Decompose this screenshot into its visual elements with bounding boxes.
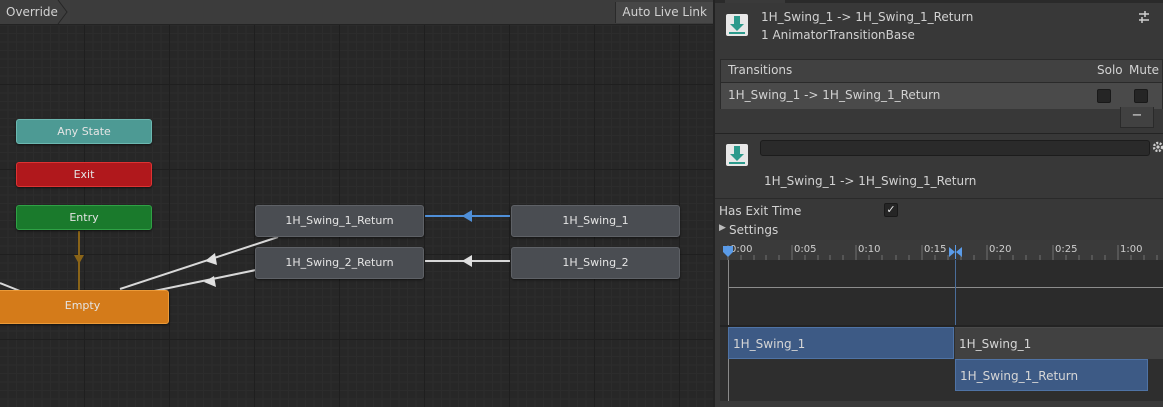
tick-label: 1:00 bbox=[1120, 244, 1143, 255]
source-state-bar-continued[interactable]: 1H_Swing_1 bbox=[955, 327, 1163, 359]
source-state-bar[interactable]: 1H_Swing_1 bbox=[728, 327, 954, 359]
timeline-footer bbox=[720, 401, 1163, 407]
destination-state-bar[interactable]: 1H_Swing_1_Return bbox=[955, 359, 1148, 391]
preset-settings-icon[interactable] bbox=[1137, 10, 1151, 24]
transition-arrow-selected bbox=[462, 210, 472, 222]
breadcrumb-separator-icon bbox=[57, 0, 68, 24]
playhead-marker-icon[interactable] bbox=[722, 245, 734, 259]
auto-live-link-button[interactable]: Auto Live Link bbox=[615, 2, 713, 23]
tick-label: 0:05 bbox=[794, 244, 817, 255]
tick-label: 0:25 bbox=[1055, 244, 1078, 255]
transition-icon bbox=[726, 144, 748, 166]
foldout-arrow-icon[interactable]: ▶ bbox=[719, 223, 726, 233]
tick-label: 0:10 bbox=[858, 244, 881, 255]
solo-checkbox[interactable] bbox=[1097, 89, 1111, 103]
mute-checkbox[interactable] bbox=[1134, 89, 1148, 103]
empty-state-node[interactable]: Empty bbox=[0, 290, 169, 324]
mute-header: Mute bbox=[1129, 63, 1160, 77]
settings-foldout[interactable]: Settings bbox=[729, 223, 778, 237]
state-node-swing2[interactable]: 1H_Swing_2 bbox=[511, 247, 680, 279]
transition-timeline[interactable]: 0:00 0:05 0:10 0:15 0:20 0:25 1:00 1H_Sw… bbox=[720, 240, 1163, 407]
timeline-ruler[interactable]: 0:00 0:05 0:10 0:15 0:20 0:25 1:00 bbox=[720, 240, 1163, 260]
transition-name-field[interactable] bbox=[760, 140, 1150, 156]
transition-row-label: 1H_Swing_1 -> 1H_Swing_1_Return bbox=[728, 88, 941, 102]
inspector-tab[interactable] bbox=[725, 0, 785, 3]
gear-icon[interactable] bbox=[1151, 140, 1163, 154]
state-node-swing2-return[interactable]: 1H_Swing_2_Return bbox=[255, 247, 424, 279]
inspector-subtitle: 1 AnimatorTransitionBase bbox=[761, 28, 915, 42]
transitions-list: Transitions Solo Mute 1H_Swing_1 -> 1H_S… bbox=[720, 59, 1163, 109]
tick-label: 0:20 bbox=[989, 244, 1012, 255]
section-divider bbox=[715, 133, 1163, 134]
graph-toolbar: Override Auto Live Link bbox=[0, 0, 713, 25]
blend-curve-area bbox=[720, 260, 1163, 325]
transition-arrow bbox=[462, 255, 472, 267]
has-exit-time-label: Has Exit Time bbox=[719, 204, 802, 218]
entry-node[interactable]: Entry bbox=[16, 205, 152, 230]
transition-arrow bbox=[204, 276, 216, 287]
transition-arrow bbox=[205, 253, 217, 265]
transition-row[interactable]: 1H_Swing_1 -> 1H_Swing_1_Return bbox=[721, 82, 1162, 109]
inspector-panel: 1H_Swing_1 -> 1H_Swing_1_Return 1 Animat… bbox=[713, 0, 1163, 407]
transitions-header: Transitions bbox=[728, 63, 793, 77]
exit-node[interactable]: Exit bbox=[16, 162, 152, 187]
remove-transition-button[interactable]: − bbox=[1120, 107, 1154, 128]
section-divider bbox=[715, 198, 1163, 199]
transition-markers-icon[interactable] bbox=[947, 245, 965, 259]
inspector-title: 1H_Swing_1 -> 1H_Swing_1_Return bbox=[761, 10, 974, 24]
state-node-swing1-return[interactable]: 1H_Swing_1_Return bbox=[255, 205, 424, 237]
any-state-node[interactable]: Any State bbox=[16, 119, 152, 144]
has-exit-time-checkbox[interactable]: ✓ bbox=[884, 203, 898, 217]
transition-name-label: 1H_Swing_1 -> 1H_Swing_1_Return bbox=[764, 174, 977, 188]
blend-curve-line bbox=[728, 287, 1163, 288]
tick-label: 0:15 bbox=[924, 244, 947, 255]
transition-end-line bbox=[955, 260, 956, 330]
solo-header: Solo bbox=[1097, 63, 1123, 77]
animator-graph[interactable]: Any State Exit Entry Empty 1H_Swing_1_Re… bbox=[0, 0, 713, 407]
transition-wires bbox=[0, 210, 510, 297]
transition-arrow bbox=[74, 255, 84, 264]
state-node-swing1[interactable]: 1H_Swing_1 bbox=[511, 205, 680, 237]
transition-icon bbox=[726, 14, 748, 36]
